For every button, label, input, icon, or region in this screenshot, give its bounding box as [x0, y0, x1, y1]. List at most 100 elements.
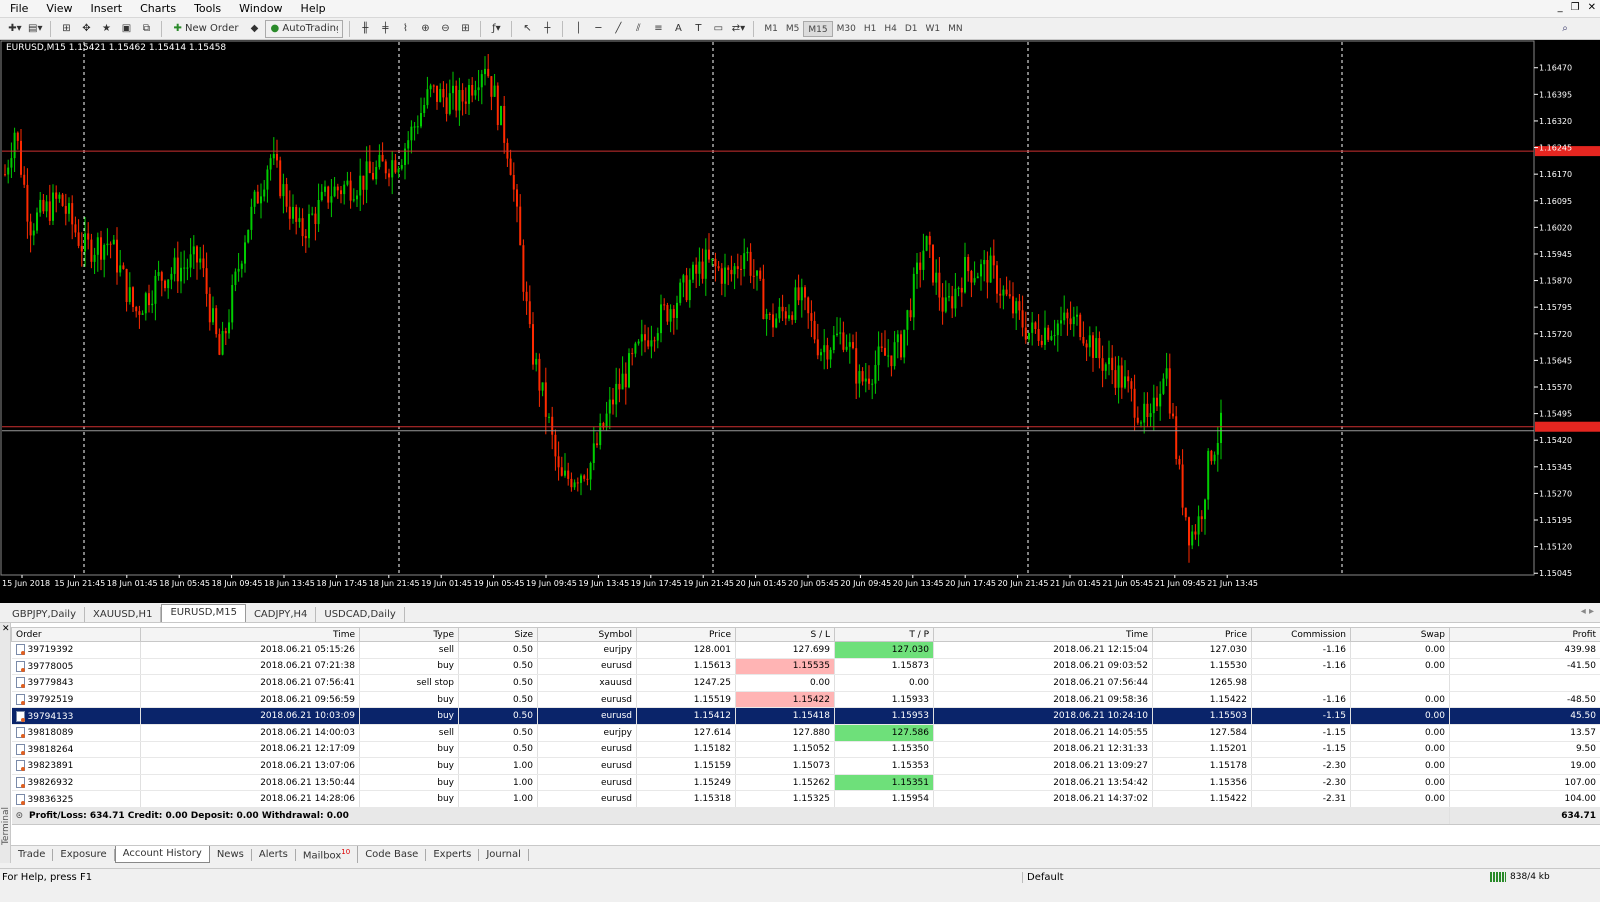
terminal-tab-alerts[interactable]: Alerts: [252, 848, 296, 861]
candle-body: [333, 186, 336, 197]
size-cell: 0.50: [458, 741, 538, 759]
bar-chart-icon[interactable]: ╫: [356, 20, 374, 38]
text-icon[interactable]: A: [669, 20, 687, 38]
chart-tab-cadjpy-h4[interactable]: CADJPY,H4: [246, 607, 317, 622]
channel-icon[interactable]: ⫽: [629, 20, 647, 38]
timeframe-m15[interactable]: M15: [803, 20, 833, 37]
cursor-icon[interactable]: ↖: [518, 20, 536, 38]
table-row[interactable]: 39719392 2018.06.21 05:15:26 sell 0.50 eurjp…: [11, 641, 1600, 659]
candle-body: [119, 265, 122, 273]
menu-insert[interactable]: Insert: [81, 0, 131, 18]
table-row[interactable]: 39792519 2018.06.21 09:56:59 buy 0.50 eurusd…: [11, 691, 1600, 709]
timeframe-m30[interactable]: M30: [833, 21, 860, 37]
zoom-in-icon[interactable]: ⊕: [416, 20, 434, 38]
line-chart-icon[interactable]: ⌇: [396, 20, 414, 38]
column-header-commission[interactable]: Commission: [1251, 627, 1351, 642]
menu-view[interactable]: View: [36, 0, 80, 18]
tile-windows-icon[interactable]: ⊞: [456, 20, 474, 38]
close-icon[interactable]: ✕: [1588, 2, 1596, 13]
arrows-menu-icon[interactable]: ⇄▾: [729, 20, 747, 38]
horizontal-line-icon[interactable]: ─: [589, 20, 607, 38]
metaeditor-icon[interactable]: ◆: [245, 20, 263, 38]
chart-tab-xauusd-h1[interactable]: XAUUSD,H1: [85, 607, 162, 622]
table-row[interactable]: 39836325 2018.06.21 14:28:06 buy 1.00 eurusd…: [11, 790, 1600, 808]
candle-body: [724, 267, 726, 284]
table-row[interactable]: 39818264 2018.06.21 12:17:09 buy 0.50 eurusd…: [11, 741, 1600, 759]
terminal-tab-journal[interactable]: Journal: [479, 848, 529, 861]
column-header-size[interactable]: Size: [458, 627, 538, 642]
candle-body: [791, 315, 794, 320]
table-row[interactable]: 39778005 2018.06.21 07:21:38 buy 0.50 eurusd…: [11, 658, 1600, 676]
terminal-tab-exposure[interactable]: Exposure: [53, 848, 115, 861]
navigator-icon[interactable]: ★: [97, 20, 115, 38]
column-header-profit[interactable]: Profit: [1449, 627, 1600, 642]
table-row[interactable]: 39826932 2018.06.21 13:50:44 buy 1.00 eurusd…: [11, 774, 1600, 792]
table-row[interactable]: 39794133 2018.06.21 10:03:09 buy 0.50 eurusd…: [11, 707, 1600, 725]
text-label-icon[interactable]: T: [689, 20, 707, 38]
autotrading-button[interactable]: ● AutoTrading: [265, 19, 344, 38]
restore-icon[interactable]: ❐: [1571, 2, 1580, 13]
terminal-icon[interactable]: ▣: [117, 20, 135, 38]
minimize-icon[interactable]: _: [1558, 2, 1563, 13]
chart-tab-gbpjpy-daily[interactable]: GBPJPY,Daily: [4, 607, 85, 622]
table-row[interactable]: 39823891 2018.06.21 13:07:06 buy 1.00 eurusd…: [11, 757, 1600, 775]
terminal-tab-code-base[interactable]: Code Base: [358, 848, 427, 861]
tab-scroll-arrows[interactable]: ◂ ▸: [1581, 606, 1594, 617]
terminal-tab-account-history[interactable]: Account History: [114, 846, 210, 863]
search-icon[interactable]: ⌕: [1556, 20, 1574, 38]
timeframe-w1[interactable]: W1: [921, 21, 944, 37]
column-header-t-p[interactable]: T / P: [834, 627, 934, 642]
terminal-tab-experts[interactable]: Experts: [426, 848, 480, 861]
candle-body: [1040, 340, 1043, 345]
column-header-order[interactable]: Order: [11, 627, 141, 642]
candle-body: [224, 331, 227, 334]
terminal-tab-trade[interactable]: Trade: [11, 848, 54, 861]
candle-body: [650, 340, 653, 347]
column-header-swap[interactable]: Swap: [1350, 627, 1450, 642]
menu-charts[interactable]: Charts: [130, 0, 184, 18]
timeframe-m5[interactable]: M5: [782, 21, 804, 37]
candle-body: [666, 305, 669, 322]
menu-help[interactable]: Help: [291, 0, 334, 18]
timeframe-h1[interactable]: H1: [860, 21, 881, 37]
column-header-price[interactable]: Price: [636, 627, 736, 642]
price-chart[interactable]: 1.16470 1.16395 1.16320 1.16245 1.16170 1.160…: [0, 40, 1600, 603]
column-header-s-l[interactable]: S / L: [735, 627, 835, 642]
crosshair-icon[interactable]: ┼: [538, 20, 556, 38]
profiles-icon[interactable]: ▤▾: [26, 20, 44, 38]
menu-window[interactable]: Window: [229, 0, 290, 18]
terminal-tab-mailbox[interactable]: Mailbox10: [296, 846, 359, 863]
column-header-price[interactable]: Price: [1152, 627, 1252, 642]
table-row[interactable]: 39779843 2018.06.21 07:56:41 sell stop 0.50…: [11, 674, 1600, 692]
trendline-icon[interactable]: ╱: [609, 20, 627, 38]
table-row[interactable]: 39818089 2018.06.21 14:00:03 sell 0.50 eurjp…: [11, 724, 1600, 742]
data-window-icon[interactable]: ✥: [77, 20, 95, 38]
vertical-line-icon[interactable]: │: [569, 20, 587, 38]
chart-tab-usdcad-daily[interactable]: USDCAD,Daily: [316, 607, 405, 622]
timeframe-d1[interactable]: D1: [901, 21, 922, 37]
terminal-tab-news[interactable]: News: [210, 848, 252, 861]
column-header-time[interactable]: Time: [933, 627, 1153, 642]
timeframe-m1[interactable]: M1: [760, 21, 782, 37]
new-chart-icon[interactable]: ✚▾: [6, 20, 24, 38]
chart-tab-eurusd-m15[interactable]: EURUSD,M15: [161, 604, 246, 622]
tester-icon[interactable]: ⧉: [137, 20, 155, 38]
column-header-time[interactable]: Time: [140, 627, 360, 642]
close-icon[interactable]: ✕: [2, 624, 10, 634]
symbol-cell: eurusd: [537, 658, 637, 676]
fibonacci-icon[interactable]: ≡: [649, 20, 667, 38]
new-order-button[interactable]: ✚ New Order: [168, 20, 243, 38]
market-watch-icon[interactable]: ⊞: [57, 20, 75, 38]
indicators-icon[interactable]: ƒ▾: [487, 20, 505, 38]
zoom-out-icon[interactable]: ⊖: [436, 20, 454, 38]
timeframe-h4[interactable]: H4: [880, 21, 901, 37]
arrow-icon[interactable]: ▭: [709, 20, 727, 38]
size-cell: 1.00: [458, 757, 538, 775]
column-header-symbol[interactable]: Symbol: [537, 627, 637, 642]
candle-body: [256, 191, 259, 204]
menu-file[interactable]: File: [0, 0, 36, 18]
candlestick-icon[interactable]: ╪: [376, 20, 394, 38]
column-header-type[interactable]: Type: [359, 627, 459, 642]
timeframe-mn[interactable]: MN: [944, 21, 967, 37]
menu-tools[interactable]: Tools: [184, 0, 229, 18]
